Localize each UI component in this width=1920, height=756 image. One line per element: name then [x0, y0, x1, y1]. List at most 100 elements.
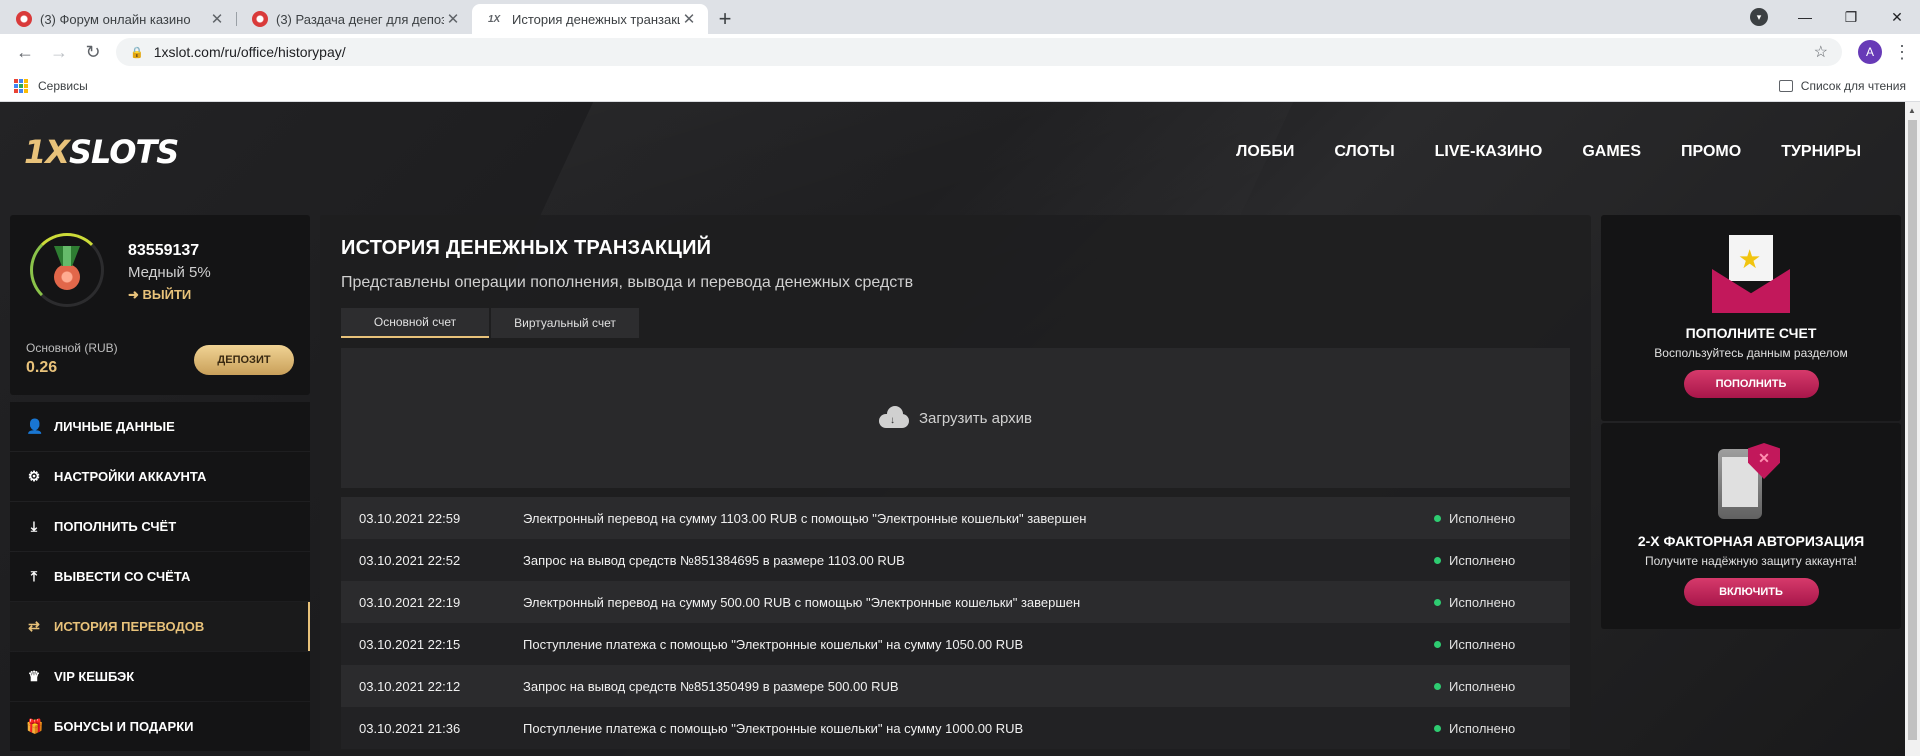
- balance-value: 0.26: [26, 359, 58, 376]
- back-icon[interactable]: ←: [8, 42, 42, 63]
- balance-label: Основной (RUB): [26, 341, 118, 355]
- close-window-icon[interactable]: ✕: [1874, 9, 1920, 26]
- menu-item-vip-cashback[interactable]: ♛ VIP КЕШБЭК: [10, 652, 310, 701]
- tx-description: Электронный перевод на сумму 500.00 RUB …: [523, 594, 1081, 610]
- apps-bookmark[interactable]: Сервисы: [38, 79, 88, 93]
- tab-virtual-account[interactable]: Виртуальный счет: [491, 308, 639, 338]
- tx-description: Запрос на вывод средств №851350499 в раз…: [523, 678, 899, 694]
- promo-text: Получите надёжную защиту аккаунта!: [1644, 554, 1857, 568]
- bookmark-star-icon[interactable]: ☆: [1814, 42, 1828, 62]
- promo-title: 2-Х ФАКТОРНАЯ АВТОРИЗАЦИЯ: [1637, 533, 1865, 549]
- promo-column: ★ ПОПОЛНИТЕ СЧЕТ Воспользуйтесь данным р…: [1601, 215, 1901, 756]
- close-icon[interactable]: ✕: [444, 10, 462, 28]
- promo-deposit-button[interactable]: ПОПОЛНИТЬ: [1683, 370, 1819, 398]
- menu-kebab-icon[interactable]: ⋮: [1892, 42, 1912, 63]
- menu-item-deposit[interactable]: ⤓ ПОПОЛНИТЬ СЧЁТ: [10, 502, 310, 551]
- menu-item-transfer-history[interactable]: ⇄ ИСТОРИЯ ПЕРЕВОДОВ: [10, 602, 310, 651]
- user-plus-icon: 👤: [26, 418, 44, 434]
- tx-status-label: Исполнено: [1449, 636, 1516, 652]
- scrollbar-thumb[interactable]: [1908, 120, 1917, 740]
- logout-button[interactable]: ➜ ВЫЙТИ: [128, 287, 191, 303]
- profile-avatar[interactable]: A: [1858, 40, 1882, 64]
- account-tabs: Основной счет Виртуальный счет: [341, 308, 1570, 338]
- browser-tab[interactable]: (3) Форум онлайн казино ✕: [0, 4, 236, 34]
- tx-status: Исполнено: [1434, 637, 1552, 652]
- menu-item-label: ВЫВЕСТИ СО СЧЁТА: [54, 569, 191, 584]
- gift-icon: 🎁: [26, 718, 44, 734]
- status-dot-icon: [1434, 682, 1441, 690]
- nav-promo[interactable]: ПРОМО: [1681, 143, 1741, 161]
- 1x-icon: 1X: [488, 13, 501, 25]
- tx-description: Поступление платежа с помощью "Электронн…: [523, 636, 1024, 652]
- page-scrollbar[interactable]: ▲: [1905, 102, 1920, 756]
- table-row: 03.10.2021 22:59 Электронный перевод на …: [341, 497, 1570, 539]
- forward-icon[interactable]: →: [42, 42, 76, 63]
- menu-item-personal[interactable]: 👤 ЛИЧНЫЕ ДАННЫЕ: [10, 402, 310, 451]
- browser-tab-active[interactable]: 1X История денежных транзакций ✕: [472, 4, 708, 34]
- status-dot-icon: [1434, 556, 1441, 564]
- tab-title: (3) Форум онлайн казино: [40, 11, 191, 27]
- menu-item-label: ИСТОРИЯ ПЕРЕВОДОВ: [54, 619, 205, 634]
- status-dot-icon: [1434, 724, 1441, 732]
- new-tab-button[interactable]: +: [708, 4, 742, 34]
- nav-slots[interactable]: СЛОТЫ: [1334, 143, 1394, 161]
- phone-shield-icon: ✕: [1712, 443, 1790, 521]
- tab-title: История денежных транзакций: [512, 11, 680, 27]
- logo-prefix: 1X: [24, 133, 70, 171]
- page-subtitle: Представлены операции пополнения, вывода…: [341, 274, 914, 291]
- table-row: 03.10.2021 21:36 Поступление платежа с п…: [341, 707, 1570, 749]
- minimize-icon[interactable]: —: [1782, 9, 1828, 25]
- logo-suffix: SLOTS: [68, 133, 179, 171]
- close-icon[interactable]: ✕: [208, 10, 226, 28]
- user-level: Медный 5%: [128, 264, 211, 281]
- apps-grid-icon[interactable]: [14, 78, 28, 93]
- status-dot-icon: [1434, 598, 1441, 606]
- window-controls: ▾ — ❐ ✕: [1750, 0, 1920, 34]
- user-id: 83559137: [128, 242, 200, 259]
- reading-list-icon: [1778, 79, 1793, 92]
- reading-list-label: Список для чтения: [1800, 78, 1906, 93]
- nav-games[interactable]: GAMES: [1582, 143, 1641, 161]
- menu-item-settings[interactable]: ⚙ НАСТРОЙКИ АККАУНТА: [10, 452, 310, 501]
- page-title: ИСТОРИЯ ДЕНЕЖНЫХ ТРАНЗАКЦИЙ: [341, 237, 712, 259]
- level-progress-ring: [30, 233, 104, 307]
- content-area: 83559137 Медный 5% ➜ ВЫЙТИ Основной (RUB…: [0, 202, 1920, 756]
- close-icon[interactable]: ✕: [680, 10, 698, 28]
- table-row: 03.10.2021 22:19 Электронный перевод на …: [341, 581, 1570, 623]
- browser-tab[interactable]: (3) Раздача денег для депозита ✕: [236, 4, 472, 34]
- menu-item-bonuses[interactable]: 🎁 БОНУСЫ И ПОДАРКИ: [10, 702, 310, 751]
- logout-label: ВЫЙТИ: [142, 287, 192, 302]
- enable-2fa-button[interactable]: ВКЛЮЧИТЬ: [1683, 578, 1819, 606]
- lock-icon[interactable]: 🔒: [130, 46, 144, 59]
- menu-item-label: VIP КЕШБЭК: [54, 669, 135, 684]
- nav-live-casino[interactable]: LIVE-КАЗИНО: [1435, 143, 1543, 161]
- site-logo[interactable]: 1XSLOTS: [24, 133, 179, 171]
- url-field[interactable]: 🔒 1xslot.com/ru/office/historypay/ ☆: [116, 38, 1842, 66]
- tx-status: Исполнено: [1434, 553, 1552, 568]
- table-row: 03.10.2021 22:12 Запрос на вывод средств…: [341, 665, 1570, 707]
- status-dot-icon: [1434, 640, 1441, 648]
- download-archive-button[interactable]: ↓ Загрузить архив: [341, 348, 1570, 488]
- reading-list-button[interactable]: Список для чтения: [1778, 78, 1906, 93]
- tab-main-account[interactable]: Основной счет: [341, 308, 489, 338]
- nav-tournaments[interactable]: ТУРНИРЫ: [1781, 143, 1861, 161]
- scroll-up-icon[interactable]: ▲: [1908, 106, 1916, 115]
- tx-date: 03.10.2021 21:36: [359, 720, 461, 736]
- tx-status-label: Исполнено: [1449, 510, 1516, 526]
- menu-item-label: БОНУСЫ И ПОДАРКИ: [54, 719, 194, 734]
- restore-icon[interactable]: ❐: [1828, 9, 1874, 26]
- red-ring-icon: [16, 11, 32, 27]
- menu-item-label: НАСТРОЙКИ АККАУНТА: [54, 469, 207, 484]
- reload-icon[interactable]: ↻: [76, 42, 110, 63]
- tx-status: Исполнено: [1434, 511, 1552, 526]
- main-nav: ЛОББИ СЛОТЫ LIVE-КАЗИНО GAMES ПРОМО ТУРН…: [1236, 143, 1861, 161]
- site-header: 1XSLOTS ЛОББИ СЛОТЫ LIVE-КАЗИНО GAMES ПР…: [0, 102, 1920, 202]
- promo-2fa: ✕ 2-Х ФАКТОРНАЯ АВТОРИЗАЦИЯ Получите над…: [1601, 423, 1901, 629]
- promo-deposit: ★ ПОПОЛНИТЕ СЧЕТ Воспользуйтесь данным р…: [1601, 215, 1901, 421]
- menu-item-withdraw[interactable]: ⤒ ВЫВЕСТИ СО СЧЁТА: [10, 552, 310, 601]
- tx-status: Исполнено: [1434, 595, 1552, 610]
- tab-search-icon[interactable]: ▾: [1750, 8, 1768, 26]
- table-row: 03.10.2021 22:15 Поступление платежа с п…: [341, 623, 1570, 665]
- deposit-button[interactable]: ДЕПОЗИТ: [194, 345, 294, 375]
- nav-lobby[interactable]: ЛОББИ: [1236, 143, 1294, 161]
